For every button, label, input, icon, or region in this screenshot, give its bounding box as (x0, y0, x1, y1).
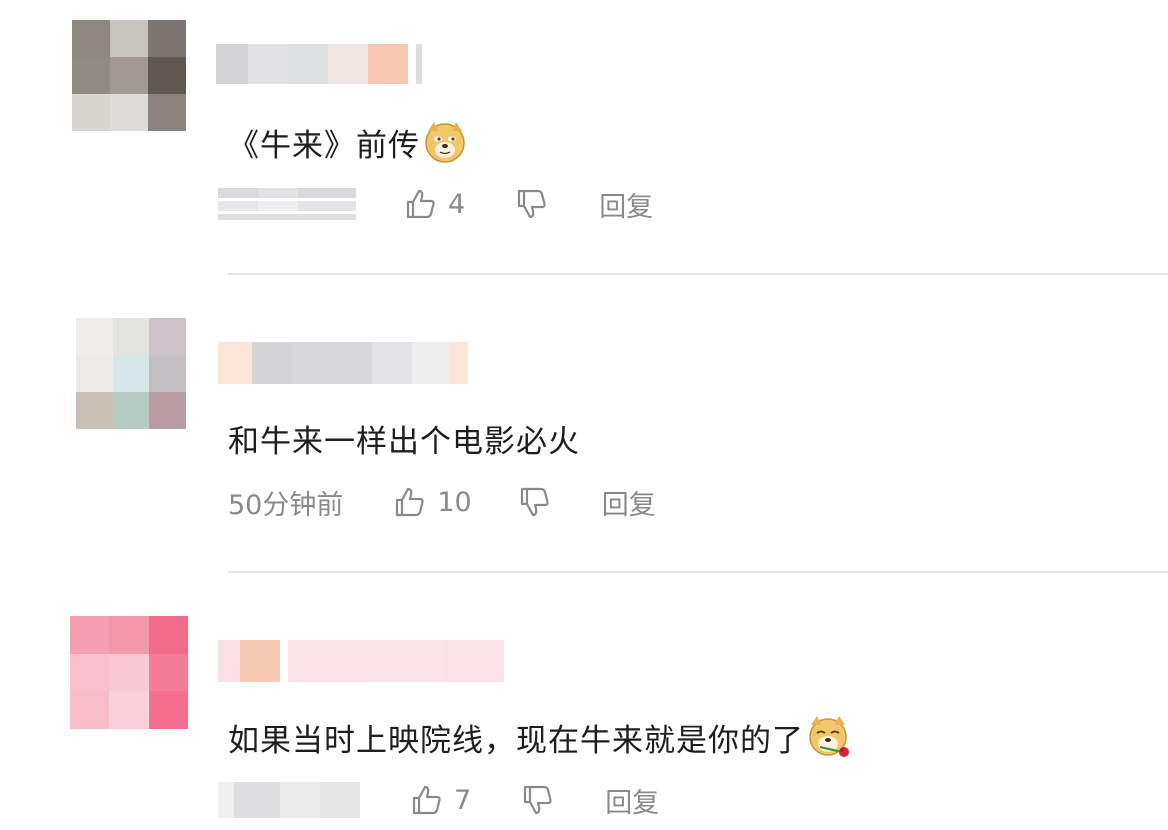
thumbs-down-icon (518, 189, 546, 219)
avatar-pixel (148, 20, 186, 57)
like-count: 7 (454, 784, 472, 816)
avatar-pixel (110, 57, 148, 94)
like-count: 4 (448, 188, 466, 220)
comment-text-content: 如果当时上映院线，现在牛来就是你的了 (228, 722, 804, 759)
avatar-pixel (110, 20, 148, 57)
username-block (252, 342, 292, 384)
avatar-pixel (149, 392, 186, 429)
avatar-pixel (148, 616, 188, 654)
reply-label: 回复 (599, 191, 654, 223)
username-blurred[interactable] (216, 44, 422, 84)
username-block (292, 342, 372, 384)
time-block (280, 782, 320, 818)
avatar-pixel (148, 691, 188, 729)
avatar-pixel (72, 57, 110, 94)
username-block (328, 44, 368, 84)
comment-text: 和牛来一样出个电影必火 (228, 414, 580, 462)
username-blurred[interactable] (218, 640, 504, 682)
time-block (218, 188, 258, 198)
avatar-pixel (70, 653, 110, 692)
like-button[interactable]: 10 (393, 485, 472, 519)
divider (228, 571, 1168, 573)
avatar[interactable] (72, 20, 186, 131)
time-block (258, 201, 298, 211)
thumbs-up-icon (406, 189, 435, 219)
avatar-pixel (76, 318, 113, 355)
comment-meta: 7 回复 (218, 780, 659, 820)
like-count: 10 (437, 486, 472, 518)
doge-face-icon (425, 122, 465, 163)
avatar[interactable] (70, 616, 188, 729)
comment-meta: 50分钟前 10 回复 (228, 482, 656, 522)
time-block (298, 188, 356, 198)
comment-meta: 4 回复 (218, 184, 653, 224)
username-block (240, 640, 280, 682)
avatar-pixel (70, 691, 110, 729)
timestamp-blurred (218, 188, 356, 220)
username-block (248, 44, 288, 84)
comment-text: 《牛来》前传 (228, 118, 468, 166)
time-block (234, 782, 280, 818)
avatar[interactable] (76, 318, 186, 429)
thumbs-down-icon (524, 785, 552, 815)
username-block (288, 44, 328, 84)
username-block (280, 640, 288, 682)
username-block (412, 342, 450, 384)
thumbs-up-icon (412, 785, 441, 815)
avatar-pixel (109, 653, 149, 692)
dislike-button[interactable] (515, 187, 549, 221)
avatar-pixel (76, 355, 113, 392)
time-block (218, 782, 234, 818)
doge-rose-icon (809, 716, 849, 757)
avatar-pixel (112, 355, 150, 392)
username-edge (416, 44, 422, 84)
username-block (368, 44, 408, 84)
avatar-pixel (148, 653, 188, 692)
time-block (258, 188, 298, 198)
username-block (218, 640, 240, 682)
avatar-pixel (149, 355, 186, 392)
timestamp-blurred (218, 782, 360, 818)
avatar-pixel (112, 392, 150, 429)
time-block (218, 201, 258, 211)
avatar-pixel (72, 20, 110, 57)
avatar-pixel (148, 57, 186, 94)
username-block (216, 44, 248, 84)
like-button[interactable]: 4 (404, 187, 465, 221)
avatar-pixel (149, 318, 186, 355)
avatar-pixel (109, 691, 149, 729)
avatar-pixel (110, 94, 148, 131)
time-block (298, 201, 356, 211)
avatar-pixel (72, 94, 110, 131)
username-block (372, 342, 412, 384)
reply-button[interactable]: 回复 (599, 185, 653, 224)
timestamp: 50分钟前 (228, 489, 344, 521)
thumbs-up-icon (396, 487, 425, 517)
reply-label: 回复 (601, 489, 656, 521)
dislike-button[interactable] (518, 485, 552, 519)
reply-label: 回复 (605, 787, 660, 819)
time-block (320, 782, 360, 818)
reply-button[interactable]: 回复 (602, 483, 656, 522)
avatar-pixel (148, 94, 186, 131)
divider (228, 273, 1168, 275)
comment-text: 如果当时上映院线，现在牛来就是你的了 (228, 712, 852, 762)
username-block (368, 640, 444, 682)
username-blurred[interactable] (218, 342, 468, 384)
avatar-pixel (70, 616, 110, 654)
comment-text-content: 《牛来》前传 (228, 127, 420, 164)
username-block (444, 640, 504, 682)
dislike-button[interactable] (521, 783, 555, 817)
avatar-pixel (112, 318, 150, 355)
reply-button[interactable]: 回复 (605, 781, 659, 820)
username-block (288, 640, 368, 682)
username-block (450, 342, 468, 384)
username-block (218, 342, 252, 384)
avatar-pixel (76, 392, 113, 429)
comment-text-content: 和牛来一样出个电影必火 (228, 423, 580, 460)
time-block (218, 214, 356, 220)
avatar-pixel (109, 616, 149, 654)
like-button[interactable]: 7 (410, 783, 471, 817)
thumbs-down-icon (520, 487, 549, 517)
